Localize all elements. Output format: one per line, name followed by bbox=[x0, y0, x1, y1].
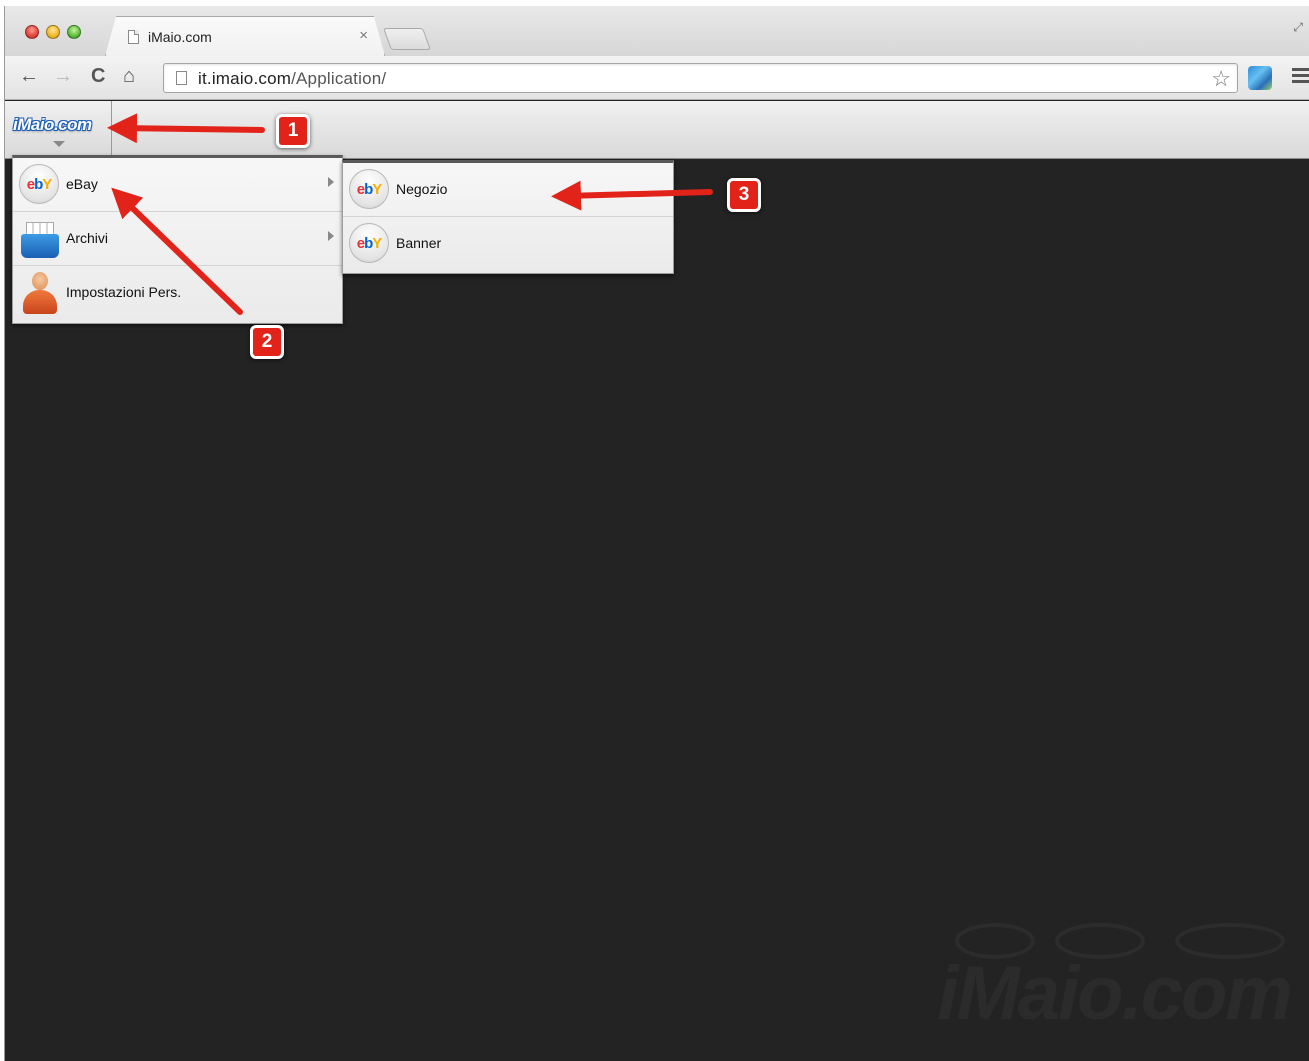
home-button[interactable]: ⌂ bbox=[123, 65, 135, 88]
url-text[interactable]: it.imaio.com/Application/ bbox=[198, 69, 386, 89]
browser-menu-icon[interactable] bbox=[1292, 68, 1309, 86]
submenu-item-label: Banner bbox=[396, 235, 442, 251]
ebay-icon: ebY bbox=[349, 223, 389, 263]
annotation-badge-1: 1 bbox=[276, 114, 310, 148]
page-icon bbox=[176, 71, 187, 85]
new-tab-button[interactable] bbox=[382, 28, 432, 50]
page-icon bbox=[128, 30, 139, 44]
ebay-icon: ebY bbox=[19, 164, 59, 204]
app-logo: iMaio.com bbox=[13, 115, 92, 134]
tab-close-icon[interactable]: × bbox=[359, 27, 368, 44]
forward-button[interactable]: → bbox=[53, 65, 73, 88]
annotation-badge-2: 2 bbox=[250, 325, 284, 359]
app-logo-button[interactable]: iMaio.com bbox=[5, 101, 112, 159]
ebay-icon: ebY bbox=[349, 169, 389, 209]
submenu-item-label: Negozio bbox=[396, 181, 448, 197]
extension-icon[interactable] bbox=[1248, 66, 1272, 90]
archive-icon bbox=[21, 220, 59, 258]
back-button[interactable]: ← bbox=[19, 65, 39, 88]
menu-item-ebay[interactable]: ebY eBay bbox=[13, 158, 342, 212]
bookmark-star-icon[interactable]: ☆ bbox=[1211, 66, 1231, 92]
fullscreen-icon[interactable]: ⤢ bbox=[1293, 20, 1303, 35]
app-header: iMaio.com bbox=[5, 101, 1309, 159]
browser-toolbar: ← → C ⌂ it.imaio.com/Application/ ☆ bbox=[5, 56, 1309, 100]
submenu-item-banner[interactable]: ebY Banner bbox=[343, 217, 673, 271]
browser-tab[interactable]: iMaio.com × bbox=[105, 16, 385, 56]
address-bar[interactable]: it.imaio.com/Application/ ☆ bbox=[163, 63, 1238, 93]
chevron-down-icon bbox=[53, 141, 65, 147]
annotation-badge-3: 3 bbox=[727, 178, 761, 212]
ebay-submenu: ebY Negozio ebY Banner bbox=[342, 160, 674, 274]
submenu-arrow-icon bbox=[328, 177, 334, 187]
menu-item-archivi[interactable]: Archivi bbox=[13, 212, 342, 266]
minimize-window-button[interactable] bbox=[46, 25, 60, 39]
main-menu: ebY eBay Archivi Impostazioni Pers. bbox=[12, 155, 343, 324]
tab-strip: iMaio.com × ⤢ bbox=[5, 6, 1309, 56]
user-icon bbox=[23, 272, 57, 314]
reload-button[interactable]: C bbox=[91, 65, 105, 88]
browser-window: iMaio.com × ⤢ ← → C ⌂ it.imaio.com/Appli… bbox=[4, 6, 1309, 1061]
url-path: /Application/ bbox=[291, 69, 387, 88]
close-window-button[interactable] bbox=[25, 25, 39, 39]
submenu-item-negozio[interactable]: ebY Negozio bbox=[343, 163, 673, 217]
watermark-logo: iMaio.com bbox=[937, 951, 1293, 1036]
menu-item-label: Impostazioni Pers. bbox=[66, 284, 182, 300]
url-domain: it.imaio.com bbox=[198, 69, 292, 88]
tab-title: iMaio.com bbox=[148, 29, 212, 45]
zoom-window-button[interactable] bbox=[67, 25, 81, 39]
menu-item-impostazioni[interactable]: Impostazioni Pers. bbox=[13, 266, 342, 320]
submenu-arrow-icon bbox=[328, 231, 334, 241]
menu-item-label: eBay bbox=[66, 176, 98, 192]
menu-item-label: Archivi bbox=[66, 230, 109, 246]
